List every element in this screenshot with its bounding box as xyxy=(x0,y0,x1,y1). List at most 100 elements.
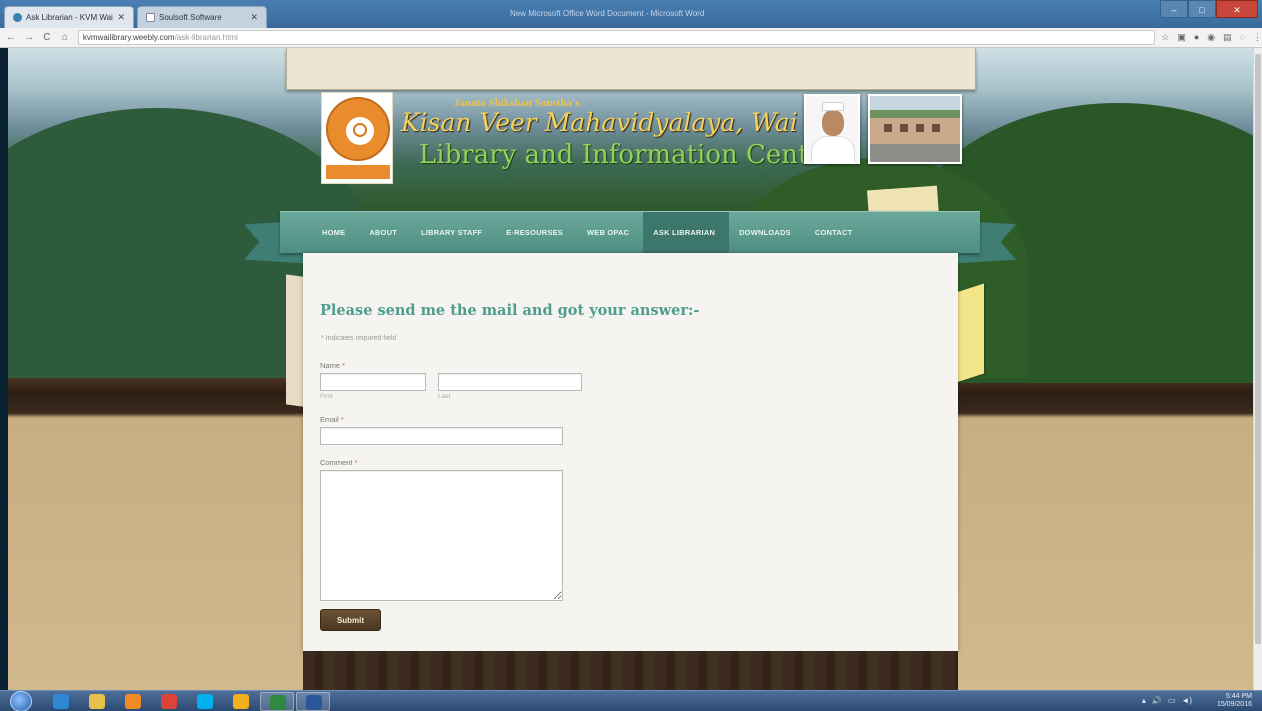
logo-face-icon xyxy=(353,123,367,137)
url-path: /ask-librarian.html xyxy=(174,33,238,42)
internet-explorer-icon xyxy=(53,694,69,709)
extension-icon[interactable]: ◌ xyxy=(1240,32,1245,43)
tab-label: Ask Librarian - KVM Wai xyxy=(26,13,113,22)
url-host: kvmwailibrary.weebly.com xyxy=(82,33,175,42)
email-input[interactable] xyxy=(320,427,563,445)
file-explorer-icon xyxy=(89,694,105,709)
menu-icon[interactable]: ⋮ xyxy=(1253,32,1262,43)
comment-textarea[interactable] xyxy=(320,470,563,601)
volume-icon[interactable]: ◄) xyxy=(1181,696,1192,705)
building-window xyxy=(932,124,940,132)
extension-icons: ☆ ▣ ● ◉ ▤ ◌ ⋮ xyxy=(1161,32,1262,43)
nav-contact[interactable]: CONTACT xyxy=(805,212,867,254)
minimize-button[interactable]: – xyxy=(1160,0,1188,18)
start-button[interactable] xyxy=(10,691,32,711)
clock-date: 15/09/2016 xyxy=(1216,701,1252,708)
clock-time: 5:44 PM xyxy=(1225,693,1252,700)
close-tab-icon[interactable]: ✕ xyxy=(117,12,125,23)
show-hidden-icons-icon[interactable]: ▴ xyxy=(1142,696,1146,705)
required-note: * Indicates required field xyxy=(321,335,397,342)
logo-band xyxy=(326,165,390,179)
taskbar-file-explorer-button[interactable] xyxy=(80,692,114,711)
scrollbar-thumb[interactable] xyxy=(1255,54,1261,644)
windows-taskbar: ▴ 🔊 ▭ ◄) 5:44 PM 15/09/2016 xyxy=(0,690,1262,711)
close-tab-icon[interactable]: ✕ xyxy=(250,12,258,23)
close-window-button[interactable]: ✕ xyxy=(1216,0,1258,18)
nav-library-staff[interactable]: LIBRARY STAFF xyxy=(411,212,496,254)
last-sublabel: Last xyxy=(438,393,451,400)
name-label: Name * xyxy=(320,361,345,370)
bookmark-star-icon[interactable]: ☆ xyxy=(1161,32,1169,43)
email-label-text: Email xyxy=(320,415,339,424)
extension-icon[interactable]: ▣ xyxy=(1177,32,1186,43)
clock[interactable]: 5:44 PM 15/09/2016 xyxy=(1217,693,1252,709)
taskbar-skype-button[interactable] xyxy=(188,692,222,711)
required-star: * xyxy=(340,415,344,424)
first-sublabel: First xyxy=(320,393,333,400)
reload-icon[interactable]: C xyxy=(40,32,54,43)
email-label: Email * xyxy=(320,415,344,424)
comment-label: Comment * xyxy=(320,458,358,467)
network-icon[interactable]: ▭ xyxy=(1168,696,1176,705)
building-window xyxy=(916,124,924,132)
nav-home[interactable]: HOME xyxy=(312,212,359,254)
portrait-head xyxy=(822,110,844,136)
address-bar[interactable]: kvmwailibrary.weebly.com/ask-librarian.h… xyxy=(77,30,1156,45)
nav-web-opac[interactable]: WEB OPAC xyxy=(577,212,643,254)
media-player-icon xyxy=(125,694,141,709)
nav-about[interactable]: ABOUT xyxy=(359,212,411,254)
extension-icon[interactable]: ◉ xyxy=(1207,32,1215,43)
building-window xyxy=(900,124,908,132)
required-star: * xyxy=(342,361,346,370)
college-name: Kisan Veer Mahavidyalaya, Wai xyxy=(401,108,798,137)
paper-header-strip xyxy=(286,48,976,90)
centre-name: Library and Information Centre xyxy=(419,140,837,170)
sticky-note xyxy=(956,283,984,383)
portrait-body xyxy=(811,136,855,162)
document-favicon-icon xyxy=(146,13,155,22)
speaker-icon[interactable]: 🔊 xyxy=(1152,696,1162,705)
taskbar-chrome-button[interactable] xyxy=(152,692,186,711)
taskbar-internet-explorer-button[interactable] xyxy=(44,692,78,711)
college-logo[interactable] xyxy=(321,92,393,184)
extension-icon[interactable]: ● xyxy=(1194,32,1199,43)
last-name-input[interactable] xyxy=(438,373,582,391)
window-title: New Microsoft Office Word Document - Mic… xyxy=(510,9,705,18)
required-star: * xyxy=(354,458,358,467)
submit-button[interactable]: Submit xyxy=(320,609,381,631)
home-icon[interactable]: ⌂ xyxy=(58,32,72,43)
founder-portrait xyxy=(804,94,860,164)
logo-core xyxy=(346,117,374,145)
back-arrow-icon[interactable]: ← xyxy=(4,32,18,43)
web-page: Janata Shikshan Sanstha's Kisan Veer Mah… xyxy=(8,48,1253,690)
main-navigation: HOME ABOUT LIBRARY STAFF E-RESOURSES WEB… xyxy=(280,211,980,254)
form-title: Please send me the mail and got your ans… xyxy=(320,302,700,319)
site-favicon-icon xyxy=(13,13,22,22)
taskbar-word-button[interactable] xyxy=(296,692,330,711)
wood-footer xyxy=(303,651,958,690)
chrome-icon xyxy=(161,694,177,709)
browser-toolbar: ← → C ⌂ kvmwailibrary.weebly.com/ask-lib… xyxy=(0,28,1262,48)
taskbar-spreadsheet-button[interactable] xyxy=(260,692,294,711)
taskbar-media-player-button[interactable] xyxy=(116,692,150,711)
nav-e-resources[interactable]: E-RESOURSES xyxy=(496,212,577,254)
browser-tab-active[interactable]: Ask Librarian - KVM Wai ✕ xyxy=(4,6,134,28)
window-controls: – □ ✕ xyxy=(1160,0,1258,18)
taskbar-paint-button[interactable] xyxy=(224,692,258,711)
page-scrollbar[interactable] xyxy=(1253,48,1262,690)
name-label-text: Name xyxy=(320,361,341,370)
building-window xyxy=(884,124,892,132)
nav-ask-librarian[interactable]: ASK LIBRARIAN xyxy=(643,211,730,254)
maximize-button[interactable]: □ xyxy=(1188,0,1216,18)
skype-icon xyxy=(197,694,213,709)
spreadsheet-icon xyxy=(270,695,286,710)
portrait-cap xyxy=(822,102,844,111)
extension-icon[interactable]: ▤ xyxy=(1223,32,1232,43)
content-panel: Please send me the mail and got your ans… xyxy=(303,253,958,653)
forward-arrow-icon[interactable]: → xyxy=(22,32,36,43)
tab-label: Soulsoft Software xyxy=(159,13,222,22)
browser-tab-inactive[interactable]: Soulsoft Software ✕ xyxy=(137,6,267,28)
word-icon xyxy=(306,695,322,710)
nav-downloads[interactable]: DOWNLOADS xyxy=(729,212,805,254)
first-name-input[interactable] xyxy=(320,373,426,391)
